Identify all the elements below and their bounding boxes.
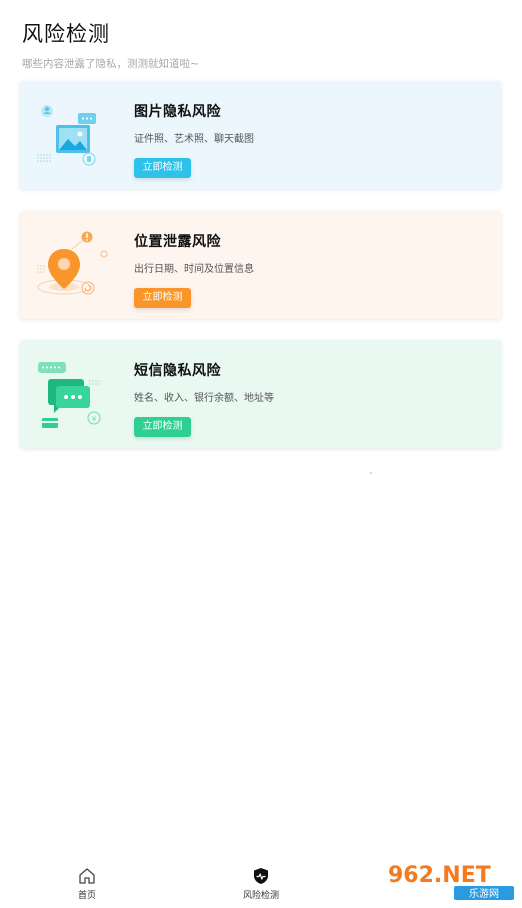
tab-risk-label: 风险检测 <box>242 891 279 901</box>
card-description: 出行日期、时间及位置信息 <box>134 264 254 275</box>
location-pin-illustration <box>37 231 108 295</box>
page-subtitle: 哪些内容泄露了隐私，测测就知道啦~ <box>22 58 199 70</box>
page-title: 风险检测 <box>22 22 110 46</box>
shield-pulse-icon <box>254 868 268 884</box>
site-watermark-logo: 962.NET 乐游网 <box>380 858 518 904</box>
watermark-subtext: 乐游网 <box>469 887 499 900</box>
decorative-dot <box>370 472 372 474</box>
tab-home[interactable]: 首页 <box>47 866 127 901</box>
page-header: 风险检测 哪些内容泄露了隐私，测测就知道啦~ <box>22 18 199 71</box>
watermark-text: 962.NET <box>388 863 491 888</box>
card-description: 姓名、收入、银行余额、地址等 <box>134 393 274 404</box>
tab-risk-detection[interactable]: 风险检测 <box>221 866 301 901</box>
image-privacy-card[interactable]: 图片隐私风险 证件照、艺术照、聊天截图 立即检测 <box>20 81 501 189</box>
detect-sms-button[interactable]: 立即检测 <box>134 417 191 437</box>
card-title: 短信隐私风险 <box>134 363 221 379</box>
detect-location-button[interactable]: 立即检测 <box>134 288 191 308</box>
home-icon <box>79 868 95 884</box>
location-risk-card[interactable]: 位置泄露风险 出行日期、时间及位置信息 立即检测 <box>20 211 501 319</box>
detect-image-button[interactable]: 立即检测 <box>134 158 191 178</box>
tab-home-label: 首页 <box>77 891 96 901</box>
card-description: 证件照、艺术照、聊天截图 <box>134 134 254 145</box>
card-title: 位置泄露风险 <box>134 234 221 250</box>
svg-text:¥: ¥ <box>92 415 97 423</box>
card-title: 图片隐私风险 <box>134 104 221 120</box>
sms-risk-card[interactable]: ¥ 短信隐私风险 姓名、收入、银行余额、地址等 立即检测 <box>20 340 501 448</box>
sms-chat-illustration: ¥ <box>38 362 101 428</box>
image-privacy-illustration <box>37 105 96 166</box>
